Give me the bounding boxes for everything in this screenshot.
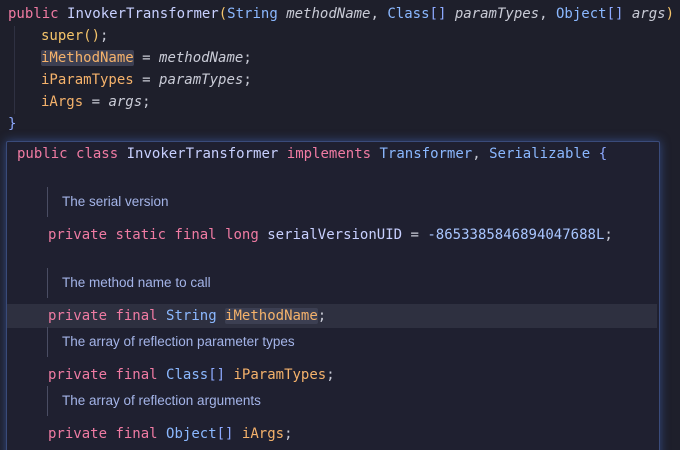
param-args[interactable]: args: [632, 6, 666, 22]
semicolon: ;: [142, 94, 151, 110]
brace-close: }: [8, 116, 17, 132]
type-long: long: [225, 227, 259, 243]
field-iMethodName[interactable]: iMethodName: [41, 50, 134, 66]
code-line-assign-iMethodName[interactable]: iMethodName = methodName;: [41, 47, 252, 69]
type-string[interactable]: String: [227, 6, 278, 22]
field-iParamTypes[interactable]: iParamTypes: [41, 72, 134, 88]
doc-comment-param-types: The array of reflection parameter types: [47, 327, 295, 357]
code-editor[interactable]: public InvokerTransformer(String methodN…: [0, 0, 680, 450]
keyword-public: public: [8, 6, 59, 22]
comma: ,: [472, 146, 481, 162]
interface-transformer[interactable]: Transformer: [380, 146, 473, 162]
semicolon: ;: [326, 367, 335, 383]
code-line-assign-iArgs[interactable]: iArgs = args;: [41, 91, 151, 113]
code-line-super[interactable]: super();: [41, 25, 108, 47]
parens: (): [83, 28, 101, 44]
field-iMethodName[interactable]: iMethodName: [225, 308, 318, 324]
keyword-final: final: [174, 227, 217, 243]
field-iArgs[interactable]: iArgs: [242, 426, 284, 442]
assign-operator: =: [133, 50, 160, 66]
type-object[interactable]: Object: [166, 426, 217, 442]
array-brackets: []: [606, 6, 624, 22]
param-paramTypes[interactable]: paramTypes: [455, 6, 539, 22]
code-line-assign-iParamTypes[interactable]: iParamTypes = paramTypes;: [41, 69, 252, 91]
assign-operator: =: [133, 72, 160, 88]
super-call[interactable]: super: [41, 28, 83, 44]
keyword-private: private: [48, 367, 108, 383]
semicolon: ;: [100, 28, 109, 44]
paren-open: (: [218, 6, 228, 22]
comma: ,: [539, 6, 548, 22]
type-object[interactable]: Object: [556, 6, 607, 22]
keyword-private: private: [48, 227, 108, 243]
semicolon: ;: [284, 426, 293, 442]
value-paramTypes[interactable]: paramTypes: [159, 72, 243, 88]
param-methodName[interactable]: methodName: [286, 6, 370, 22]
semicolon: ;: [317, 308, 327, 324]
value-methodName[interactable]: methodName: [159, 50, 243, 66]
brace-open: {: [598, 146, 608, 162]
code-line-constructor-signature[interactable]: public InvokerTransformer(String methodN…: [8, 3, 680, 25]
indent-guide: [14, 26, 15, 114]
keyword-final: final: [115, 367, 158, 383]
serial-version-value: -8653385846894047688L: [427, 227, 605, 243]
field-iArgs[interactable]: iArgs: [41, 94, 83, 110]
paren-close: ): [665, 6, 675, 22]
field-serialVersionUID[interactable]: serialVersionUID: [267, 227, 402, 243]
field-iParamTypes[interactable]: iParamTypes: [234, 367, 327, 383]
value-args[interactable]: args: [108, 94, 142, 110]
keyword-static: static: [115, 227, 167, 243]
field-iParamTypes-line[interactable]: private final Class[] iParamTypes;: [48, 364, 335, 386]
assign-operator: =: [83, 94, 109, 110]
doc-comment-serial-version: The serial version: [47, 187, 169, 217]
comma: ,: [370, 6, 379, 22]
quick-definition-popup[interactable]: public class InvokerTransformer implemen…: [6, 141, 660, 450]
array-brackets: []: [216, 426, 234, 442]
interface-serializable[interactable]: Serializable: [489, 146, 590, 162]
array-brackets: []: [429, 6, 447, 22]
field-iMethodName-line[interactable]: private final String iMethodName;: [48, 305, 326, 327]
code-line-close-brace[interactable]: }: [8, 113, 16, 135]
array-brackets: []: [208, 367, 226, 383]
semicolon: ;: [604, 227, 613, 243]
field-serialVersionUID-line[interactable]: private static final long serialVersionU…: [48, 224, 613, 246]
keyword-final: final: [115, 426, 158, 442]
doc-comment-method-name: The method name to call: [47, 268, 211, 298]
keyword-class: class: [76, 146, 119, 162]
semicolon: ;: [243, 72, 252, 88]
field-iArgs-line[interactable]: private final Object[] iArgs;: [48, 423, 293, 445]
keyword-private: private: [48, 308, 108, 324]
keyword-implements: implements: [286, 146, 372, 162]
class-name[interactable]: InvokerTransformer: [127, 146, 279, 162]
semicolon: ;: [243, 50, 252, 66]
type-class[interactable]: Class: [387, 6, 429, 22]
keyword-public: public: [17, 146, 68, 162]
constructor-name[interactable]: InvokerTransformer: [67, 6, 219, 22]
doc-comment-arguments: The array of reflection arguments: [47, 386, 261, 416]
type-class[interactable]: Class: [166, 367, 208, 383]
assign-operator: =: [402, 227, 428, 243]
class-declaration-line[interactable]: public class InvokerTransformer implemen…: [17, 143, 607, 165]
type-string[interactable]: String: [166, 308, 217, 324]
keyword-final: final: [115, 308, 158, 324]
keyword-private: private: [48, 426, 108, 442]
